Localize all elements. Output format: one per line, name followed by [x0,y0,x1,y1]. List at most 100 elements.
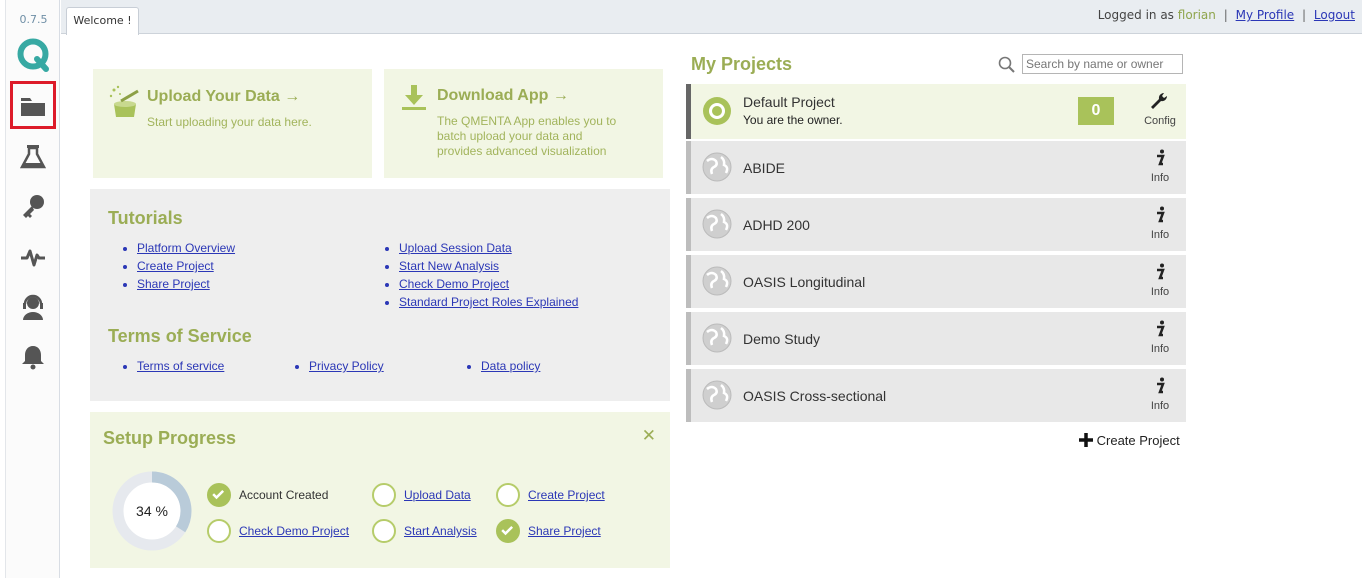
list-item: Upload Session Data [399,239,578,257]
terms-list-1: Terms of service [137,357,224,375]
tab-welcome[interactable]: Welcome ! [66,7,139,35]
upload-card[interactable]: Upload Your Data → Start uploading your … [93,69,372,178]
project-name: ADHD 200 [743,217,810,233]
progress-label: 34 % [136,503,168,519]
create-project-button[interactable]: Create Project [1079,433,1180,448]
sidebar: 0.7.5 [5,0,60,578]
info-icon [1157,206,1165,223]
tutorial-link[interactable]: Platform Overview [137,241,235,255]
config-label: Config [1144,115,1176,127]
setup-item-link[interactable]: Create Project [528,488,605,502]
sidebar-item-notifications[interactable] [18,342,48,372]
sidebar-item-support[interactable] [18,292,48,322]
sidebar-item-analysis[interactable] [18,142,48,172]
download-desc-line: The QMENTA App enables you to [437,114,617,128]
list-item: Privacy Policy [309,357,384,375]
logout-link[interactable]: Logout [1314,8,1355,22]
tutorial-link[interactable]: Create Project [137,259,214,273]
setup-item-link[interactable]: Start Analysis [404,524,477,538]
bell-icon [22,346,44,370]
setup-item-link[interactable]: Check Demo Project [239,524,349,538]
globe-icon [702,323,732,353]
download-desc-line: provides advanced visualization [437,144,607,158]
upload-title[interactable]: Upload Your Data → [147,88,300,106]
tutorial-link[interactable]: Upload Session Data [399,241,512,255]
info-label: Info [1150,286,1170,298]
list-item: Share Project [137,275,235,293]
plus-icon [1079,433,1093,447]
download-card[interactable]: Download App → The QMENTA App enables yo… [384,69,663,178]
empty-circle-icon [207,519,231,543]
project-owner-note: You are the owner. [743,113,843,127]
my-profile-link[interactable]: My Profile [1236,8,1295,22]
project-row[interactable]: OASIS Longitudinal Info [686,255,1186,308]
info-icon [1157,377,1165,394]
project-row[interactable]: OASIS Cross-sectional Info [686,369,1186,422]
project-row[interactable]: Demo Study Info [686,312,1186,365]
project-name: OASIS Longitudinal [743,274,866,290]
project-row-default[interactable]: Default Project You are the owner. 0 Con… [686,84,1186,139]
wrench-icon [1151,92,1168,109]
info-label: Info [1150,400,1170,412]
logged-in-label: Logged in as [1097,8,1174,22]
tutorials-panel: Tutorials Platform Overview Create Proje… [90,189,670,401]
project-row[interactable]: ADHD 200 Info [686,198,1186,251]
sidebar-item-projects[interactable] [18,90,48,120]
setup-title: Setup Progress [103,428,237,448]
download-icon [402,85,426,110]
list-item: Terms of service [137,357,224,375]
version-label: 0.7.5 [19,13,48,26]
list-item: Standard Project Roles Explained [399,293,578,311]
close-icon[interactable]: ✕ [642,426,656,446]
info-button[interactable]: Info [1140,377,1180,412]
user-bar: Logged in as florian | My Profile | Logo… [1098,8,1355,22]
info-icon [1157,149,1165,166]
setup-progress-panel: Setup Progress ✕ 34 % Account Created Up… [90,412,670,568]
download-title[interactable]: Download App → [437,87,569,105]
separator: | [1223,8,1228,22]
create-project-label: Create Project [1096,433,1180,448]
info-label: Info [1150,343,1170,355]
privacy-link[interactable]: Privacy Policy [309,359,384,373]
list-item: Data policy [481,357,540,375]
project-name: ABIDE [743,160,786,176]
info-button[interactable]: Info [1140,206,1180,241]
setup-item-label: Account Created [239,488,329,502]
data-policy-link[interactable]: Data policy [481,359,540,373]
project-row[interactable]: ABIDE Info [686,141,1186,194]
globe-icon [702,152,732,182]
check-icon [496,519,520,543]
project-name: OASIS Cross-sectional [743,388,887,404]
info-button[interactable]: Info [1140,263,1180,298]
qmenta-logo-icon[interactable] [15,37,51,73]
info-icon [1157,320,1165,337]
top-bar: Welcome ! Logged in as florian | My Prof… [61,0,1362,35]
empty-circle-icon [372,519,396,543]
tutorial-link[interactable]: Start New Analysis [399,259,499,273]
tutorials-title: Tutorials [108,208,183,228]
tutorial-link[interactable]: Check Demo Project [399,277,509,291]
sidebar-item-activity[interactable] [18,243,48,273]
sidebar-item-keys[interactable] [18,192,48,222]
info-button[interactable]: Info [1140,149,1180,184]
search-input[interactable] [1022,54,1183,74]
setup-item-link[interactable]: Upload Data [404,488,471,502]
tutorial-link[interactable]: Standard Project Roles Explained [399,295,578,309]
list-item: Check Demo Project [399,275,578,293]
setup-item-link[interactable]: Share Project [528,524,601,538]
tutorials-right-list: Upload Session Data Start New Analysis C… [399,239,578,311]
pulse-icon [21,249,45,267]
terms-link[interactable]: Terms of service [137,359,224,373]
active-project-icon [703,97,731,125]
info-button[interactable]: Info [1140,320,1180,355]
terms-list-2: Privacy Policy [309,357,384,375]
config-button[interactable]: Config [1140,92,1180,127]
search-icon[interactable] [998,56,1016,74]
tutorial-link[interactable]: Share Project [137,277,210,291]
terms-title: Terms of Service [108,326,252,346]
empty-circle-icon [372,483,396,507]
projects-title: My Projects [691,54,793,74]
project-name: Default Project [743,94,835,110]
username: florian [1177,8,1216,22]
list-item: Create Project [137,257,235,275]
